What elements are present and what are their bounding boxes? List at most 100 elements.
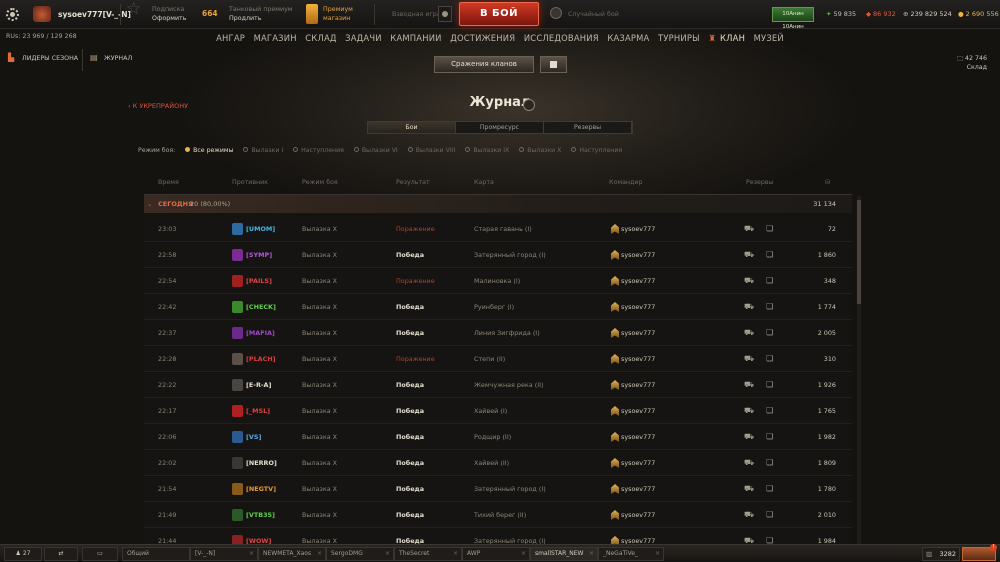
reserve-scroll-icon[interactable]: ❏: [766, 380, 774, 390]
filter-advance-1[interactable]: Наступления: [293, 147, 344, 154]
close-icon[interactable]: ×: [655, 548, 660, 560]
reserve-tank-icon[interactable]: ⛟: [744, 510, 754, 520]
filter-skirmish-9[interactable]: Вылазки IX: [465, 147, 509, 154]
nav-tournaments[interactable]: ТУРНИРЫ: [658, 33, 700, 43]
col-mode[interactable]: Режим боя: [302, 179, 338, 186]
chat-channel-private[interactable]: NEWMETA_Xaos ×: [258, 547, 326, 561]
server-online-counter[interactable]: ▥ 3282: [922, 547, 960, 561]
commander-name[interactable]: sysoev777: [621, 355, 655, 363]
subscription-action[interactable]: Оформить: [152, 14, 186, 23]
scrollbar-thumb[interactable]: [857, 200, 861, 304]
table-row[interactable]: 21:54 [NEGTV] Вылазка X Победа Затерянный го…: [144, 477, 852, 502]
tab-reserves[interactable]: Резервы: [544, 122, 632, 133]
close-icon[interactable]: ×: [249, 548, 254, 560]
chat-channel-private[interactable]: AWP ×: [462, 547, 530, 561]
col-reserves[interactable]: Резервы: [746, 179, 774, 186]
bonds-counter[interactable]: ◆ 86 932: [866, 10, 896, 18]
reserve-tank-icon[interactable]: ⛟: [744, 406, 754, 416]
reserve-scroll-icon[interactable]: ❏: [766, 354, 774, 364]
commander-name[interactable]: sysoev777: [621, 329, 655, 337]
free-xp-counter[interactable]: ✦ 59 835: [826, 10, 856, 18]
player-badge-icon[interactable]: [33, 6, 51, 22]
calendar-icon[interactable]: [540, 56, 567, 73]
reserve-tank-icon[interactable]: ⛟: [744, 302, 754, 312]
filter-skirmish-6[interactable]: Вылазки VI: [353, 147, 398, 154]
filter-skirmish-1[interactable]: Вылазки I: [243, 147, 283, 154]
chat-channel-private[interactable]: _NeGaTiVe_ ×: [598, 547, 664, 561]
filter-advance-10[interactable]: Наступления: [571, 147, 622, 154]
subscription-star-icon[interactable]: ☆: [126, 1, 141, 18]
chat-channel-private[interactable]: TheSecret ×: [394, 547, 462, 561]
table-row[interactable]: 22:17 [_MSL] Вылазка X Победа Хайвей (I) syso…: [144, 399, 852, 424]
nav-storage[interactable]: СКЛАД: [305, 33, 336, 43]
credits-counter[interactable]: ⊕ 239 829 524: [903, 10, 952, 18]
opponent-clan-tag[interactable]: [PAILS]: [246, 277, 272, 285]
gold-counter[interactable]: ● 2 690 556: [958, 10, 999, 18]
reserve-scroll-icon[interactable]: ❏: [766, 250, 774, 260]
commander-name[interactable]: sysoev777: [621, 407, 655, 415]
nav-research[interactable]: ИССЛЕДОВАНИЯ: [524, 33, 599, 43]
storage-counter[interactable]: ⬚ 42 746 Склад: [947, 54, 987, 72]
premium-shop-label-2[interactable]: магазин: [323, 14, 350, 23]
journal-link[interactable]: ЖУРНАЛ: [104, 55, 132, 62]
opponent-clan-tag[interactable]: [SYMP]: [246, 251, 272, 259]
collapse-chevron-icon[interactable]: ⌄: [147, 200, 152, 208]
opponent-clan-tag[interactable]: [_MSL]: [246, 407, 270, 415]
reserve-tank-icon[interactable]: ⛟: [744, 380, 754, 390]
opponent-clan-tag[interactable]: [MAFIA]: [246, 329, 275, 337]
chat-channel-clan[interactable]: [V-_-N] ×: [190, 547, 258, 561]
info-icon[interactable]: [523, 99, 535, 111]
chat-channel-private[interactable]: smallSTAR_NEW ×: [530, 547, 598, 561]
commander-name[interactable]: sysoev777: [621, 225, 655, 233]
scrollbar[interactable]: [857, 196, 861, 544]
nav-clan-icon[interactable]: ♜: [708, 33, 716, 43]
commander-name[interactable]: sysoev777: [621, 251, 655, 259]
online-friends-button[interactable]: ♟ 27: [4, 547, 42, 561]
reserve-scroll-icon[interactable]: ❏: [766, 458, 774, 468]
chat-icon[interactable]: ▭: [82, 547, 118, 561]
col-map[interactable]: Карта: [474, 179, 494, 186]
reserve-scroll-icon[interactable]: ❏: [766, 224, 774, 234]
col-commander[interactable]: Командир: [609, 179, 643, 186]
commander-name[interactable]: sysoev777: [621, 459, 655, 467]
nav-clan[interactable]: КЛАН: [720, 33, 745, 43]
reserve-tank-icon[interactable]: ⛟: [744, 276, 754, 286]
settings-gear-icon[interactable]: [6, 8, 19, 21]
close-icon[interactable]: ×: [521, 548, 526, 560]
nav-barracks[interactable]: КАЗАРМА: [607, 33, 649, 43]
table-row[interactable]: 22:28 [PLACH] Вылазка X Поражение Степи (II)…: [144, 347, 852, 372]
commander-name[interactable]: sysoev777: [621, 433, 655, 441]
table-row[interactable]: 22:02 [NERRO] Вылазка X Победа Хайвей (II) sy…: [144, 451, 852, 476]
col-opponent[interactable]: Противник: [232, 179, 268, 186]
boosters-button[interactable]: 10Анин 10Анин: [772, 7, 814, 30]
table-row[interactable]: 22:42 [CHECK] Вылазка X Победа Руинберг (I) s…: [144, 295, 852, 320]
commander-name[interactable]: sysoev777: [621, 511, 655, 519]
opponent-clan-tag[interactable]: [CHECK]: [246, 303, 276, 311]
table-row[interactable]: 23:03 [UMOM] Вылазка X Поражение Старая гава…: [144, 217, 852, 242]
tab-industrial-resource[interactable]: Промресурс: [456, 122, 544, 133]
opponent-clan-tag[interactable]: [NERRO]: [246, 459, 277, 467]
premium-days-counter[interactable]: 664: [202, 9, 218, 18]
nav-hangar[interactable]: АНГАР: [216, 33, 245, 43]
handshake-icon[interactable]: ⇄: [44, 547, 78, 561]
filter-skirmish-8[interactable]: Вылазки VIII: [407, 147, 455, 154]
table-row[interactable]: 21:44 [WOW] Вылазка X Победа Затерянный горо…: [144, 529, 852, 545]
nav-shop[interactable]: МАГАЗИН: [254, 33, 297, 43]
today-group-header[interactable]: ⌄ СЕГОДНЯ 20 (80,00%) 31 134: [144, 194, 852, 213]
reserve-scroll-icon[interactable]: ❏: [766, 432, 774, 442]
opponent-clan-tag[interactable]: [UMOM]: [246, 225, 275, 233]
close-icon[interactable]: ×: [589, 548, 594, 560]
commander-name[interactable]: sysoev777: [621, 485, 655, 493]
reserve-tank-icon[interactable]: ⛟: [744, 354, 754, 364]
random-battle-icon[interactable]: [550, 7, 562, 19]
season-leaders-link[interactable]: ЛИДЕРЫ СЕЗОНА: [22, 55, 78, 62]
reserve-tank-icon[interactable]: ⛟: [744, 432, 754, 442]
reserve-scroll-icon[interactable]: ❏: [766, 328, 774, 338]
reserve-scroll-icon[interactable]: ❏: [766, 406, 774, 416]
chat-channel-general[interactable]: Общий: [122, 547, 190, 561]
reserve-scroll-icon[interactable]: ❏: [766, 302, 774, 312]
premium-shop-label[interactable]: Премиум: [323, 5, 353, 14]
tab-battles[interactable]: Бои: [368, 122, 456, 133]
filter-skirmish-10[interactable]: Вылазки X: [519, 147, 561, 154]
game-mode-selector[interactable]: Взводная игра: [392, 10, 441, 19]
